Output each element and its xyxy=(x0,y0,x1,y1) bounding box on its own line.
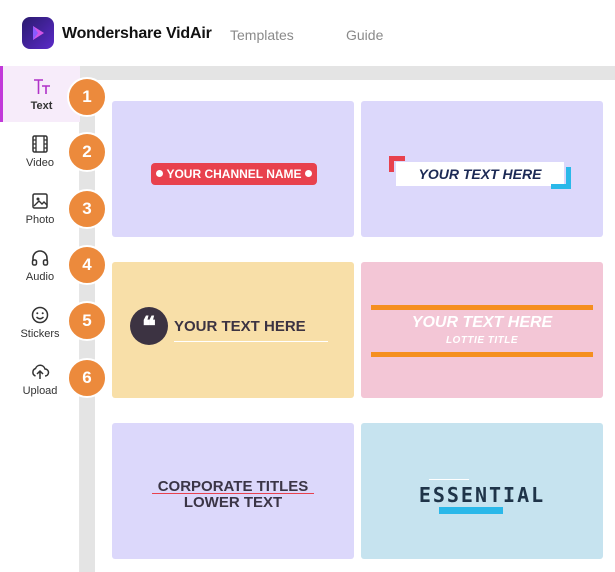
template-card-corporate-titles[interactable]: CORPORATE TITLES LOWER TEXT xyxy=(112,423,354,559)
blue-bar-decoration xyxy=(439,507,503,514)
step-badge-4: 4 xyxy=(67,245,107,285)
sidebar-item-label: Photo xyxy=(25,213,55,226)
headphones-icon xyxy=(31,249,49,266)
template-card-your-text-here[interactable]: YOUR TEXT HERE xyxy=(361,101,603,237)
blue-corner-decoration xyxy=(551,167,571,189)
template-title-text: YOUR TEXT HERE xyxy=(174,318,306,335)
step-badge-1: 1 xyxy=(67,77,107,117)
vidair-logo-icon[interactable] xyxy=(22,17,54,49)
image-icon xyxy=(32,192,48,209)
brand-name: Wondershare VidAir xyxy=(62,25,212,42)
template-title-text: ESSENTIAL xyxy=(418,483,546,507)
step-badge-3: 3 xyxy=(67,189,107,229)
white-line-decoration xyxy=(429,479,469,480)
template-subtitle-text: LOWER TEXT xyxy=(183,494,283,511)
orange-line-bottom xyxy=(371,352,593,357)
nav-templates[interactable]: Templates xyxy=(230,27,294,43)
template-title-text: YOUR CHANNEL NAME xyxy=(151,163,317,185)
template-grid: YOUR CHANNEL NAME YOUR TEXT HERE ❝ YOUR … xyxy=(95,80,615,572)
nav-guide[interactable]: Guide xyxy=(346,27,383,43)
template-title-text: YOUR TEXT HERE xyxy=(411,314,553,331)
sidebar-item-label: Audio xyxy=(25,270,55,283)
template-card-lottie-title[interactable]: YOUR TEXT HERE LOTTIE TITLE xyxy=(361,262,603,398)
text-icon xyxy=(33,78,50,94)
sidebar-item-label: Upload xyxy=(22,384,58,397)
panel-top-border xyxy=(95,66,615,80)
top-bar: Wondershare VidAir Templates Guide xyxy=(0,0,615,66)
sidebar-item-label: Text xyxy=(30,99,53,112)
underline-decoration xyxy=(174,341,328,342)
step-badge-5: 5 xyxy=(67,301,107,341)
sidebar-item-label: Stickers xyxy=(20,327,60,340)
smiley-icon xyxy=(31,306,49,323)
template-card-channel-name[interactable]: YOUR CHANNEL NAME xyxy=(112,101,354,237)
sidebar-item-label: Video xyxy=(26,156,54,169)
template-title-text: YOUR TEXT HERE xyxy=(396,162,564,186)
orange-line-top xyxy=(371,305,593,310)
step-badge-2: 2 xyxy=(67,132,107,172)
template-card-quote-title[interactable]: ❝ YOUR TEXT HERE xyxy=(112,262,354,398)
quote-icon: ❝ xyxy=(130,307,168,345)
film-icon xyxy=(32,134,48,153)
template-card-essential[interactable]: ESSENTIAL xyxy=(361,423,603,559)
upload-icon xyxy=(32,364,50,379)
step-badge-6: 6 xyxy=(67,358,107,398)
template-subtitle-text: LOTTIE TITLE xyxy=(445,335,519,346)
